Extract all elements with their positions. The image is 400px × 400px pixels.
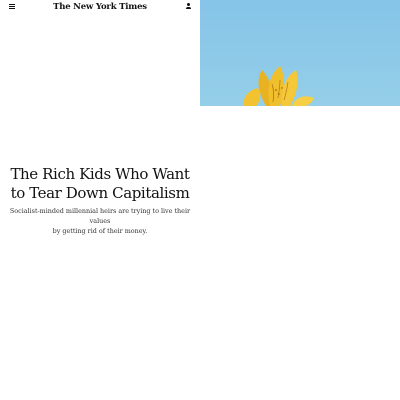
article-headline: The Rich Kids Who Want to Tear Down Capi…: [0, 165, 200, 203]
top-navigation-bar: The New York Times: [0, 0, 200, 14]
user-account-icon[interactable]: [185, 3, 192, 10]
article-column: The New York Times The Rich Kids Who Wan…: [0, 0, 200, 400]
headline-line-1: The Rich Kids Who Want: [10, 165, 190, 183]
article-summary: Socialist-minded millennial heirs are tr…: [6, 206, 194, 236]
summary-line-1: Socialist-minded millennial heirs are tr…: [9, 207, 191, 225]
hero-image-flower: [200, 0, 400, 106]
flower-illustration: [243, 66, 314, 106]
headline-line-2: to Tear Down Capitalism: [10, 184, 190, 202]
summary-line-2: by getting rid of their money.: [52, 227, 148, 235]
site-logo[interactable]: The New York Times: [0, 1, 200, 13]
